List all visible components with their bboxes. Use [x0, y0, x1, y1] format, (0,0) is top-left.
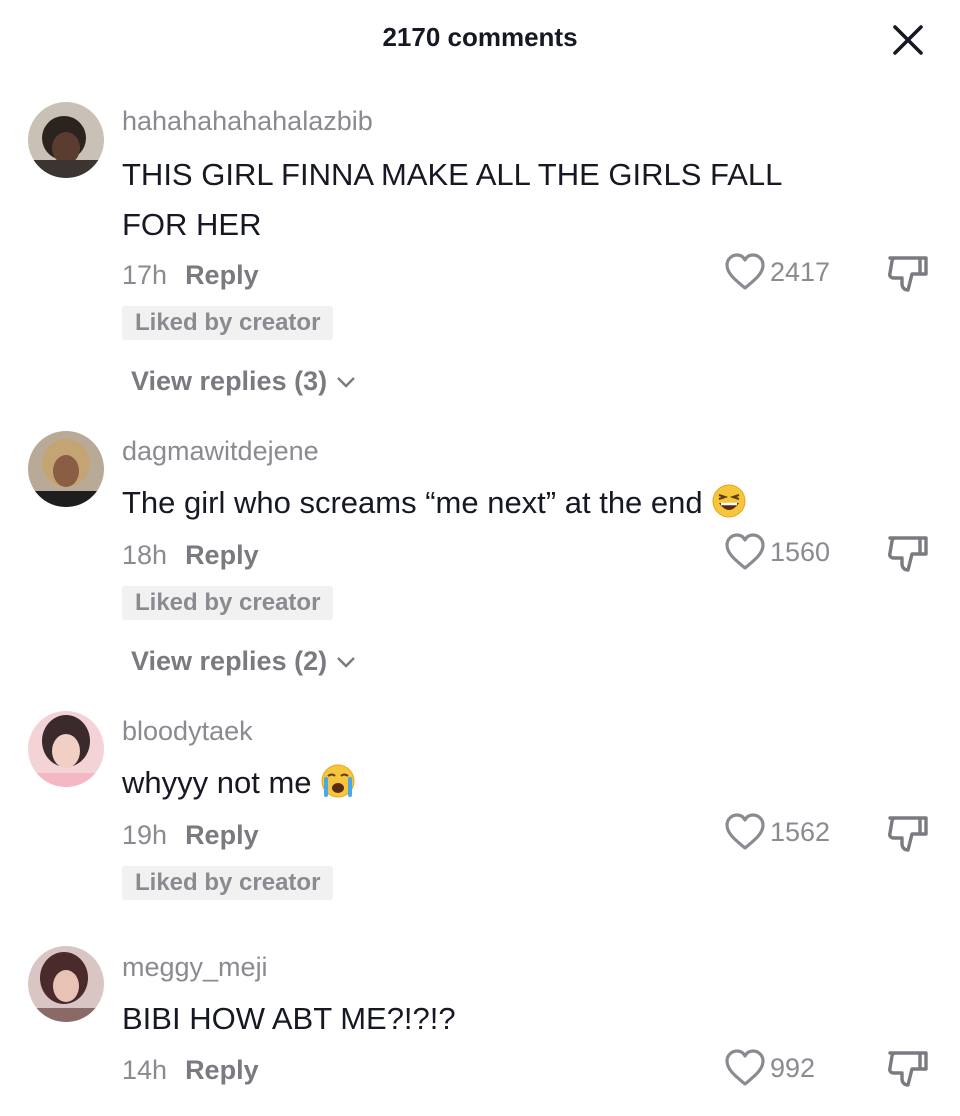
like-button[interactable]: 992	[724, 1048, 815, 1088]
avatar[interactable]	[28, 711, 104, 787]
dislike-button[interactable]	[884, 252, 932, 296]
comment-username[interactable]: meggy_meji	[122, 952, 268, 983]
thumbs-down-icon	[888, 536, 928, 572]
dislike-button[interactable]	[884, 532, 932, 576]
view-replies-label: View replies (2)	[131, 646, 328, 676]
comment-username[interactable]: bloodytaek	[122, 716, 253, 747]
liked-by-creator-badge: Liked by creator	[122, 306, 334, 340]
comment-meta: 18h Reply	[122, 540, 259, 571]
grinning-squinting-face-emoji	[712, 484, 746, 518]
heart-icon	[725, 813, 765, 850]
like-count: 1562	[770, 816, 831, 847]
reply-button[interactable]: Reply	[185, 540, 259, 570]
avatar[interactable]	[28, 102, 104, 178]
comment-username[interactable]: dagmawitdejene	[122, 436, 319, 467]
crying-face-emoji	[321, 764, 355, 798]
dislike-button[interactable]	[884, 1047, 932, 1091]
view-replies-button[interactable]: View replies (2)	[131, 646, 357, 677]
thumbs-down-icon	[888, 1051, 928, 1087]
like-button[interactable]: 2417	[724, 252, 830, 292]
like-count: 992	[770, 1052, 816, 1083]
comment-time: 14h	[122, 1055, 168, 1085]
comment-text: whyyy not me	[122, 758, 822, 808]
comment-username[interactable]: hahahahahahalazbib	[122, 106, 373, 137]
close-button[interactable]	[888, 20, 928, 60]
reply-button[interactable]: Reply	[185, 1055, 259, 1085]
comment-meta: 19h Reply	[122, 820, 259, 851]
heart-icon	[725, 533, 765, 570]
comment-time: 18h	[122, 540, 168, 570]
chevron-down-icon	[337, 376, 355, 388]
heart-icon	[725, 1049, 765, 1086]
dislike-button[interactable]	[884, 812, 932, 856]
like-button[interactable]: 1562	[724, 812, 830, 852]
avatar[interactable]	[28, 946, 104, 1022]
comment-meta: 17h Reply	[122, 260, 259, 291]
heart-icon	[725, 253, 765, 290]
view-replies-button[interactable]: View replies (3)	[131, 366, 357, 397]
view-replies-label: View replies (3)	[131, 366, 328, 396]
thumbs-down-icon	[888, 256, 928, 292]
reply-button[interactable]: Reply	[185, 260, 259, 290]
liked-by-creator-badge: Liked by creator	[122, 866, 334, 900]
chevron-down-icon	[337, 656, 355, 668]
comment-text: THIS GIRL FINNA MAKE ALL THE GIRLS FALL …	[122, 157, 782, 242]
liked-by-creator-badge: Liked by creator	[122, 586, 334, 620]
comment-text-content: The girl who screams “me next” at the en…	[122, 485, 703, 520]
close-icon	[893, 25, 923, 55]
reply-button[interactable]: Reply	[185, 820, 259, 850]
comment-time: 17h	[122, 260, 168, 290]
comments-count-title: 2170 comments	[382, 22, 578, 52]
like-button[interactable]: 1560	[724, 532, 830, 572]
like-count: 1560	[770, 536, 831, 567]
comment-meta: 14h Reply	[122, 1055, 259, 1086]
like-count: 2417	[770, 256, 831, 287]
comments-header: 2170 comments	[0, 0, 960, 80]
comment-text-content: whyyy not me	[122, 765, 312, 800]
avatar[interactable]	[28, 431, 104, 507]
comment-text: The girl who screams “me next” at the en…	[122, 478, 822, 528]
comment-text: BIBI HOW ABT ME?!?!?	[122, 1001, 456, 1036]
comment-time: 19h	[122, 820, 168, 850]
thumbs-down-icon	[888, 816, 928, 852]
